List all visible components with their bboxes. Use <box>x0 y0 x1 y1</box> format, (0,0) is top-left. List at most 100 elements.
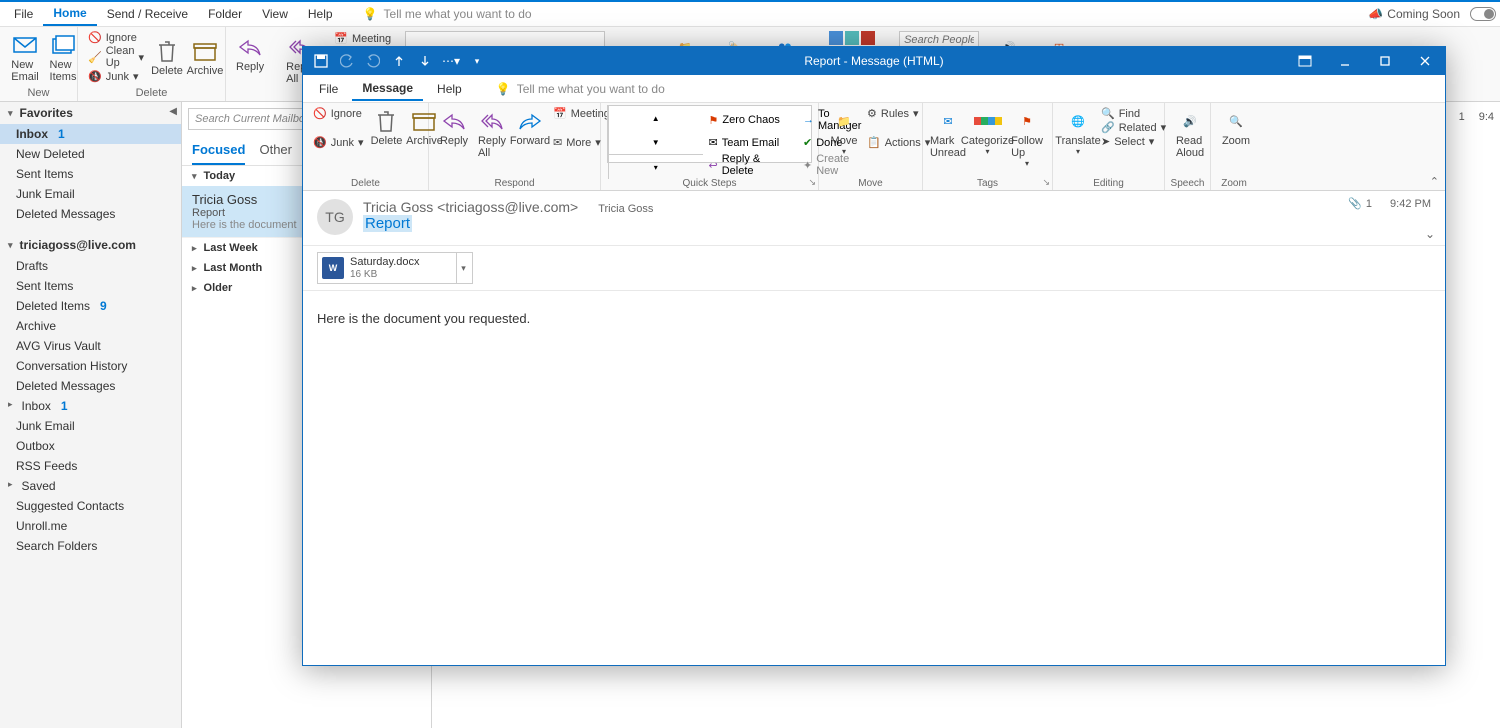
redo-button[interactable] <box>363 51 383 71</box>
cleanup-button[interactable]: 🧹Clean Up▾ <box>88 45 144 69</box>
fav-new-deleted[interactable]: New Deleted <box>0 144 181 164</box>
mw-find[interactable]: 🔍Find <box>1101 107 1166 120</box>
mw-select[interactable]: ➤Select▾ <box>1101 135 1166 148</box>
expand-header-button[interactable]: ⌄ <box>1425 227 1435 241</box>
mw-tell-me[interactable]: 💡 Tell me what you want to do <box>496 82 665 96</box>
folder-avg[interactable]: AVG Virus Vault <box>0 336 181 356</box>
maximize-button[interactable] <box>1365 47 1405 75</box>
new-items-button[interactable]: New Items <box>44 29 82 85</box>
fav-inbox[interactable]: Inbox1 <box>0 124 181 144</box>
attachment-chip[interactable]: W Saturday.docx 16 KB ▾ <box>317 252 473 284</box>
ribbon-display-button[interactable] <box>1285 47 1325 75</box>
color-cat-blue[interactable] <box>829 31 843 45</box>
mw-reply[interactable]: Reply <box>435 105 473 149</box>
qs-manager[interactable]: →To Manager <box>797 106 811 134</box>
attachment-dropdown[interactable]: ▾ <box>456 253 470 283</box>
mw-tab-help[interactable]: Help <box>427 78 472 100</box>
qs-expand[interactable]: ▾ <box>609 154 703 179</box>
coming-soon[interactable]: 📣 Coming Soon <box>1368 7 1460 21</box>
main-tab-help[interactable]: Help <box>298 3 343 25</box>
mw-ignore[interactable]: 🚫Ignore <box>313 107 363 120</box>
main-tab-file[interactable]: File <box>4 3 43 25</box>
folder-rss[interactable]: RSS Feeds <box>0 456 181 476</box>
mw-zoom[interactable]: 🔍Zoom <box>1217 105 1255 149</box>
prev-item-button[interactable] <box>389 51 409 71</box>
folder-suggested[interactable]: Suggested Contacts <box>0 496 181 516</box>
favorites-header[interactable]: Favorites <box>0 102 181 124</box>
folder-drafts[interactable]: Drafts <box>0 256 181 276</box>
mw-junk[interactable]: 🚯Junk▾ <box>313 136 363 149</box>
close-button[interactable] <box>1405 47 1445 75</box>
qs-launcher[interactable]: ↘ <box>808 177 816 188</box>
ignore-button[interactable]: 🚫Ignore <box>88 31 144 44</box>
mw-categorize[interactable]: Categorize▾ <box>967 105 1008 158</box>
mw-read-aloud[interactable]: 🔊Read Aloud <box>1171 105 1209 161</box>
mw-move[interactable]: 📁Move▾ <box>825 105 863 158</box>
folder-junk[interactable]: Junk Email <box>0 416 181 436</box>
folder-conv-history[interactable]: Conversation History <box>0 356 181 376</box>
collapse-ribbon-button[interactable]: ⌃ <box>1430 175 1439 188</box>
archive-button[interactable]: Archive <box>186 29 224 85</box>
account-header[interactable]: triciagoss@live.com <box>0 234 181 256</box>
avatar[interactable]: TG <box>317 199 353 235</box>
main-tab-folder[interactable]: Folder <box>198 3 252 25</box>
folder-unrollme[interactable]: Unroll.me <box>0 516 181 536</box>
qs-zero[interactable]: ⚑Zero Chaos <box>703 106 798 134</box>
mw-titlebar[interactable]: ⋯▾ ▾ Report - Message (HTML) <box>303 47 1445 75</box>
mw-translate[interactable]: 🌐Translate▾ <box>1059 105 1097 158</box>
folder-inbox[interactable]: Inbox1 <box>0 396 181 416</box>
qs-down[interactable]: ▼ <box>609 130 703 154</box>
mw-related[interactable]: 🔗Related▾ <box>1101 121 1166 134</box>
mw-rules[interactable]: ⚙Rules▾ <box>867 107 930 120</box>
mw-follow-up[interactable]: ⚑Follow Up▾ <box>1008 105 1046 170</box>
save-button[interactable] <box>311 51 331 71</box>
mw-reply-all[interactable]: Reply All <box>473 105 511 161</box>
main-tab-home[interactable]: Home <box>43 2 96 26</box>
tags-launcher[interactable]: ↘ <box>1042 177 1050 188</box>
message-body[interactable]: Here is the document you requested. <box>303 291 1445 665</box>
mw-mark-unread[interactable]: ✉Mark Unread <box>929 105 967 161</box>
folder-deleted-msgs[interactable]: Deleted Messages <box>0 376 181 396</box>
color-cat-teal[interactable] <box>845 31 859 45</box>
qs-reply-delete[interactable]: ↩Reply & Delete <box>703 151 798 179</box>
tab-other[interactable]: Other <box>259 136 292 165</box>
qs-done[interactable]: ✔Done <box>797 134 811 151</box>
folder-outbox[interactable]: Outbox <box>0 436 181 456</box>
qat-customize[interactable]: ▾ <box>467 51 487 71</box>
qs-team[interactable]: ✉Team Email <box>703 134 798 151</box>
mw-tab-message[interactable]: Message <box>352 77 423 101</box>
forward-icon <box>516 107 544 135</box>
folder-search-folders[interactable]: Search Folders <box>0 536 181 556</box>
next-item-button[interactable] <box>415 51 435 71</box>
items-icon <box>49 31 77 59</box>
main-tab-view[interactable]: View <box>252 3 298 25</box>
undo-button[interactable] <box>337 51 357 71</box>
mw-actions[interactable]: 📋Actions▾ <box>867 136 930 149</box>
fav-junk[interactable]: Junk Email <box>0 184 181 204</box>
junk-button[interactable]: 🚯Junk▾ <box>88 70 144 83</box>
folder-saved[interactable]: Saved <box>0 476 181 496</box>
minimize-button[interactable] <box>1325 47 1365 75</box>
reply-button-main[interactable]: Reply <box>230 31 270 75</box>
folder-archive[interactable]: Archive <box>0 316 181 336</box>
mw-forward[interactable]: Forward <box>511 105 549 149</box>
collapse-pane-button[interactable]: ◀ <box>167 104 179 119</box>
new-email-button[interactable]: New Email <box>6 29 44 85</box>
group-label-delete: Delete <box>84 87 219 99</box>
delete-button[interactable]: Delete <box>148 29 186 85</box>
main-tab-sendreceive[interactable]: Send / Receive <box>97 3 198 25</box>
main-tell-me[interactable]: 💡 Tell me what you want to do <box>363 7 532 21</box>
color-cat-red[interactable] <box>861 31 875 45</box>
qs-up[interactable]: ▲ <box>609 106 703 130</box>
mw-delete[interactable]: Delete <box>367 105 405 149</box>
fav-sent[interactable]: Sent Items <box>0 164 181 184</box>
coming-soon-toggle[interactable] <box>1470 7 1496 21</box>
meeting-button-main[interactable]: 📅Meeting <box>330 31 395 46</box>
tab-focused[interactable]: Focused <box>192 136 245 165</box>
folder-deleted-items[interactable]: Deleted Items9 <box>0 296 181 316</box>
folder-sent[interactable]: Sent Items <box>0 276 181 296</box>
qs-create-new[interactable]: ✦Create New <box>797 151 811 179</box>
qat-more-button[interactable]: ⋯▾ <box>441 51 461 71</box>
fav-deleted-msgs[interactable]: Deleted Messages <box>0 204 181 224</box>
mw-tab-file[interactable]: File <box>309 78 348 100</box>
